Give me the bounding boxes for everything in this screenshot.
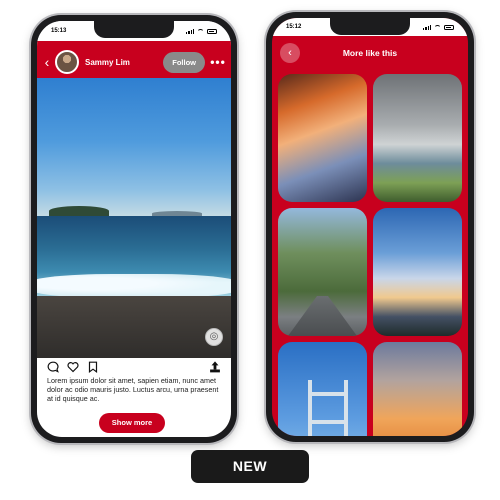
signal-icon: [423, 24, 431, 30]
status-time: 15:12: [286, 24, 302, 30]
notch: [94, 21, 174, 38]
photo-waves: [37, 274, 231, 298]
share-icon[interactable]: [209, 361, 221, 373]
heart-icon[interactable]: [67, 361, 79, 373]
grid-header: ‹ More like this: [272, 40, 468, 66]
grid-tile-bridge-tower[interactable]: [278, 342, 367, 436]
status-icons: [423, 24, 454, 30]
wifi-icon: [197, 28, 204, 34]
grid-tile-sunset-clouds[interactable]: [278, 74, 367, 202]
tile-road: [288, 296, 357, 336]
post-photo[interactable]: [37, 78, 231, 358]
phone-screen: 15:12 ‹ More like this: [272, 18, 468, 436]
phone-screen: 15:13 ‹ Sammy Lim Follow ••• ◎ Lorem ips…: [37, 21, 231, 437]
grid-tile-orange-sunset[interactable]: [373, 342, 462, 436]
battery-icon: [207, 28, 217, 34]
status-icons: [186, 28, 217, 34]
page-title: More like this: [342, 48, 398, 58]
photo-sky: [37, 78, 231, 218]
avatar[interactable]: [55, 50, 79, 74]
bookmark-icon[interactable]: [87, 361, 99, 373]
new-badge: NEW: [191, 450, 309, 483]
follow-button[interactable]: Follow: [163, 51, 205, 73]
signal-icon: [186, 28, 194, 34]
profile-name[interactable]: Sammy Lim: [85, 58, 163, 67]
lens-icon[interactable]: ◎: [205, 328, 223, 346]
grid-tile-tree-lined-road[interactable]: [278, 208, 367, 336]
show-more-button[interactable]: Show more: [99, 413, 165, 433]
image-grid: [278, 74, 462, 436]
profile-header: ‹ Sammy Lim Follow •••: [37, 41, 231, 83]
wifi-icon: [434, 24, 441, 30]
more-icon[interactable]: •••: [209, 55, 227, 69]
photo-island: [49, 206, 109, 216]
tile-bridge-tower: [308, 380, 348, 436]
notch: [330, 18, 410, 35]
post-caption: Lorem ipsum dolor sit amet, sapien etiam…: [47, 376, 219, 403]
back-icon[interactable]: ‹: [280, 43, 300, 63]
post-actions: [47, 360, 221, 374]
photo-sand: [37, 296, 231, 358]
grid-tile-coastal-cliffs[interactable]: [373, 74, 462, 202]
battery-icon: [444, 24, 454, 30]
grid-tile-evening-sky[interactable]: [373, 208, 462, 336]
status-time: 15:13: [51, 28, 67, 34]
comment-icon[interactable]: [47, 361, 59, 373]
phone-mockup-post: 15:13 ‹ Sammy Lim Follow ••• ◎ Lorem ips…: [31, 15, 237, 443]
phone-mockup-grid: 15:12 ‹ More like this: [266, 12, 474, 442]
back-icon[interactable]: ‹: [41, 52, 53, 72]
profile-row: ‹ Sammy Lim Follow •••: [37, 47, 231, 77]
